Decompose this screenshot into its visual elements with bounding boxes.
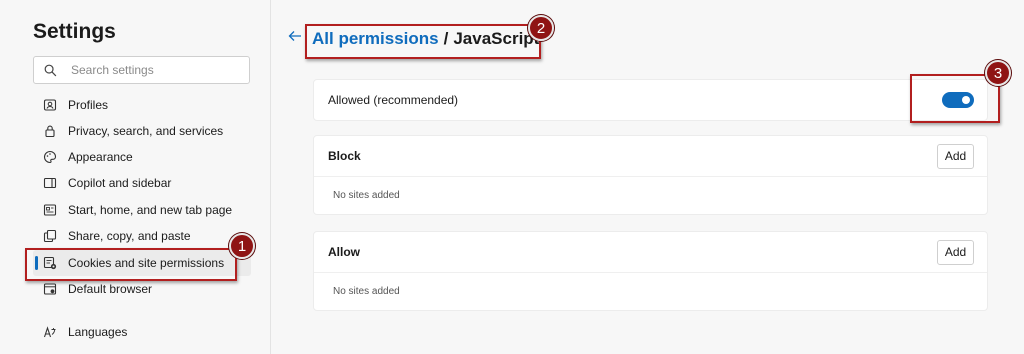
allow-title: Allow (328, 245, 360, 259)
sidebar-item-label: Profiles (68, 98, 109, 112)
lock-icon (43, 124, 57, 138)
block-add-button[interactable]: Add (937, 143, 974, 169)
highlight-breadcrumb (305, 24, 541, 59)
sidebar-item-copilot[interactable]: Copilot and sidebar (33, 170, 251, 196)
block-title: Block (328, 149, 361, 163)
languages-icon (43, 325, 57, 339)
search-placeholder: Search settings (71, 63, 154, 77)
search-icon (44, 64, 57, 76)
settings-title: Settings (33, 20, 116, 43)
profile-icon (43, 98, 57, 112)
highlight-cookies (25, 248, 237, 281)
sidebar-item-label: Privacy, search, and services (68, 124, 224, 138)
sidebar-item-label: Languages (68, 325, 128, 339)
annotation-badge-3: 3 (985, 60, 1011, 86)
settings-sidebar: Settings Search settings Profiles Privac… (0, 0, 271, 354)
highlight-toggle (910, 74, 1000, 123)
sidebar-item-share[interactable]: Share, copy, and paste (33, 223, 251, 249)
sidebar-item-label: Copilot and sidebar (68, 176, 172, 190)
annotation-badge-1: 1 (229, 233, 255, 259)
search-settings-input[interactable]: Search settings (33, 56, 250, 84)
sidebar-item-privacy[interactable]: Privacy, search, and services (33, 118, 251, 144)
share-icon (43, 229, 57, 243)
sidebar-item-languages[interactable]: Languages (33, 319, 251, 345)
allow-add-button[interactable]: Add (937, 239, 974, 265)
allow-card: Allow Add No sites added (313, 231, 988, 311)
home-icon (43, 203, 57, 217)
sidebar-item-label: Share, copy, and paste (68, 229, 191, 243)
allowed-card: Allowed (recommended) (313, 79, 988, 121)
sidebar-item-label: Start, home, and new tab page (68, 203, 233, 217)
back-arrow-icon[interactable] (287, 28, 303, 44)
annotation-badge-2: 2 (528, 15, 554, 41)
sidebar-item-appearance[interactable]: Appearance (33, 144, 251, 170)
sidebar-icon (43, 176, 57, 190)
sidebar-item-profiles[interactable]: Profiles (33, 92, 251, 118)
block-empty-text: No sites added (314, 176, 987, 214)
sidebar-item-label: Appearance (68, 150, 133, 164)
browser-icon (43, 282, 57, 296)
block-card: Block Add No sites added (313, 135, 988, 215)
allowed-label: Allowed (recommended) (328, 93, 459, 107)
sidebar-item-start-home[interactable]: Start, home, and new tab page (33, 197, 251, 223)
sidebar-item-label: Default browser (68, 282, 153, 296)
allow-empty-text: No sites added (314, 272, 987, 310)
palette-icon (43, 150, 57, 164)
